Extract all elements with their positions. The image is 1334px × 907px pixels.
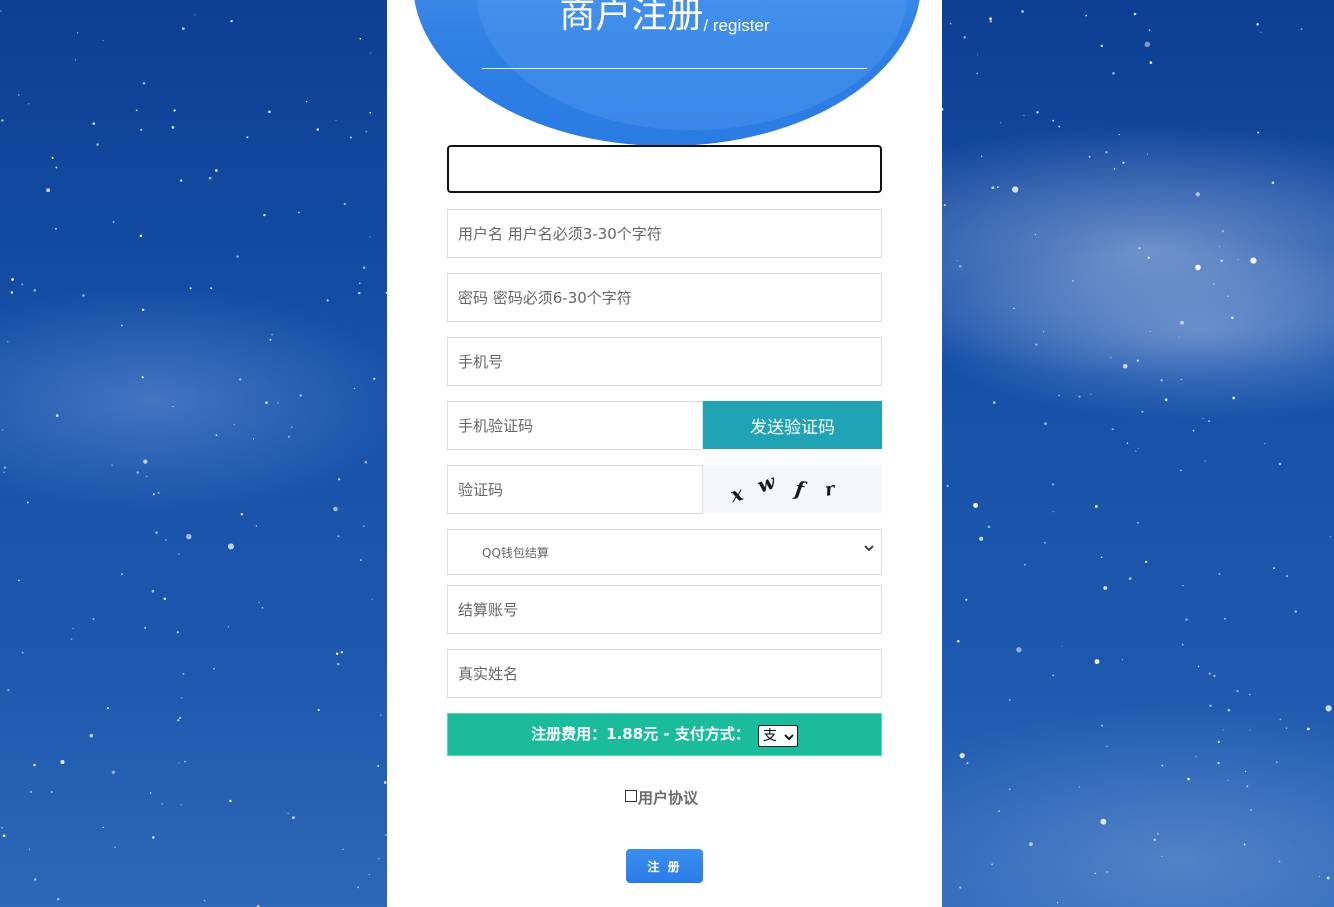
svg-text:x: x (727, 481, 747, 508)
chevron-down-icon (784, 733, 794, 740)
registration-fee-bar: 注册费用：1.88元 - 支付方式： 支 (447, 713, 882, 756)
header-title: 商户注册/ register (387, 0, 942, 40)
settlement-method-select[interactable]: QQ钱包结算 (447, 529, 882, 575)
page-title: 商户注册 (559, 0, 704, 36)
password-input[interactable] (447, 273, 882, 322)
page-subtitle: / register (703, 16, 770, 35)
payment-method-value: 支 (762, 727, 777, 744)
sms-code-input[interactable] (447, 401, 703, 450)
chevron-down-icon (864, 545, 874, 552)
phone-input[interactable] (447, 337, 882, 386)
send-code-button[interactable]: 发送验证码 (703, 401, 882, 449)
captcha-image[interactable]: x w f r (703, 465, 882, 513)
settlement-account-input[interactable] (447, 585, 882, 634)
fee-label: 注册费用：1.88元 - 支付方式： (531, 725, 750, 743)
agreement-checkbox[interactable] (625, 790, 637, 802)
svg-text:f: f (792, 476, 809, 502)
real-name-input[interactable] (447, 649, 882, 698)
top-input-field[interactable] (447, 145, 882, 193)
header-divider (482, 68, 867, 69)
agreement-row: 用户协议 (625, 787, 698, 808)
username-input[interactable] (447, 209, 882, 258)
svg-text:r: r (823, 478, 837, 501)
agreement-label[interactable]: 用户协议 (638, 789, 698, 807)
svg-text:w: w (754, 469, 779, 498)
register-panel: 商户注册/ register 发送验证码 x w f r QQ钱包结算 注册费用… (387, 0, 942, 907)
payment-method-select[interactable]: 支 (757, 724, 798, 747)
settlement-method-value: QQ钱包结算 (482, 546, 549, 560)
register-button[interactable]: 注 册 (626, 849, 703, 883)
captcha-input[interactable] (447, 465, 703, 514)
